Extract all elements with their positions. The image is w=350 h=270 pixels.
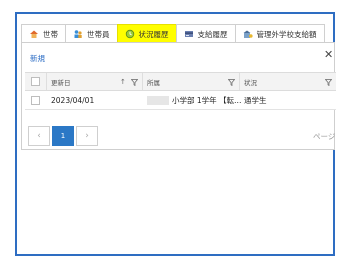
status-history-icon xyxy=(125,29,135,39)
page-button-current[interactable]: 1 xyxy=(52,126,74,146)
tab-label: 管理外学校支給額 xyxy=(256,29,317,39)
grid-header: 更新日 ↑ 所属 状況 xyxy=(25,72,336,91)
tab-label: 支給履歴 xyxy=(197,29,228,39)
column-divider xyxy=(46,73,47,90)
filter-icon[interactable] xyxy=(324,79,333,87)
payment-history-icon xyxy=(184,29,194,39)
affiliation-text: 小学部 1学年 【転… xyxy=(172,95,242,105)
filter-icon[interactable] xyxy=(227,79,236,87)
next-page-button[interactable]: › xyxy=(76,126,98,146)
tab-label: 状況履歴 xyxy=(138,29,169,39)
cell-status: 通学生 xyxy=(244,95,267,105)
row-select-cell xyxy=(31,91,40,109)
tab-household-members[interactable]: 世帯員 xyxy=(65,24,118,43)
page-info: ページ xyxy=(313,132,336,141)
pagination: ‹ 1 › ページ xyxy=(25,126,336,148)
tab-external-school-payment[interactable]: 管理外学校支給額 xyxy=(234,24,325,43)
new-link[interactable]: 新規 xyxy=(30,53,45,64)
filter-icon[interactable] xyxy=(130,79,139,87)
status-history-panel: 新規 ✕ 更新日 ↑ 所属 状況 2023/04/01 小学部 1学年 【転… … xyxy=(21,42,336,150)
tab-status-history[interactable]: 状況履歴 xyxy=(116,24,177,43)
dialog-window: 世帯 世帯員 状況履歴 支給履歴 管理外学校支給額 新規 ✕ 更新日 ↑ 所属 … xyxy=(15,12,336,256)
house-icon xyxy=(29,29,39,39)
redacted-block xyxy=(147,95,169,105)
column-header-updated-date[interactable]: 更新日 xyxy=(51,73,71,90)
column-header-affiliation[interactable]: 所属 xyxy=(147,73,160,90)
data-grid: 更新日 ↑ 所属 状況 2023/04/01 小学部 1学年 【転… 通学生 xyxy=(25,72,336,110)
cell-updated-date: 2023/04/01 xyxy=(51,95,95,105)
tab-label: 世帯 xyxy=(43,29,58,39)
prev-page-button[interactable]: ‹ xyxy=(28,126,50,146)
column-divider xyxy=(239,73,240,90)
tab-payment-history[interactable]: 支給履歴 xyxy=(175,24,236,43)
select-all-checkbox[interactable] xyxy=(31,77,40,86)
tab-bar: 世帯 世帯員 状況履歴 支給履歴 管理外学校支給額 xyxy=(21,24,325,43)
table-row[interactable]: 2023/04/01 小学部 1学年 【転… 通学生 xyxy=(25,91,336,110)
row-checkbox[interactable] xyxy=(31,95,40,105)
sort-ascending-icon[interactable]: ↑ xyxy=(120,78,126,86)
cell-affiliation: 小学部 1学年 【転… xyxy=(147,91,242,109)
column-header-status[interactable]: 状況 xyxy=(244,73,257,90)
tab-label: 世帯員 xyxy=(87,29,110,39)
school-payment-icon xyxy=(243,29,253,39)
tab-household[interactable]: 世帯 xyxy=(21,24,66,43)
select-all-cell xyxy=(31,73,40,90)
people-icon xyxy=(73,29,83,39)
close-icon[interactable]: ✕ xyxy=(324,49,333,61)
column-divider xyxy=(142,73,143,90)
